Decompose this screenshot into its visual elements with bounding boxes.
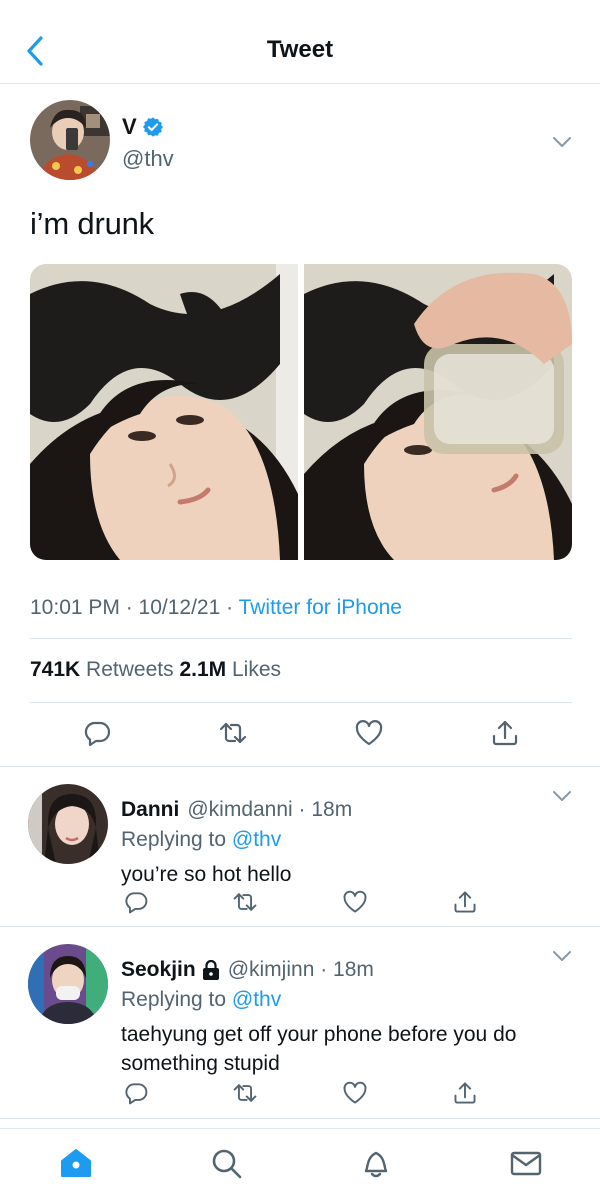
reply-icon[interactable] (123, 889, 149, 915)
reply-avatar[interactable] (28, 784, 108, 864)
reply-icon[interactable] (123, 1080, 149, 1106)
author-avatar[interactable] (30, 100, 110, 180)
share-icon[interactable] (452, 889, 478, 915)
chevron-down-icon[interactable] (552, 136, 572, 148)
tweet-text: i’m drunk (30, 206, 154, 241)
tweet-stats: 741K Retweets 2.1M Likes (30, 658, 281, 682)
tweet-time: 10:01 PM · 10/12/21 · (30, 596, 239, 619)
reply-text: you’re so hot hello (121, 863, 292, 886)
divider (30, 638, 572, 639)
replying-to-handle[interactable]: @thv (232, 828, 281, 851)
bell-icon[interactable] (358, 1145, 394, 1181)
chevron-down-icon[interactable] (552, 950, 572, 962)
divider (0, 1118, 600, 1119)
reply-header: Seokjin @kimjinn · 18m (121, 958, 374, 982)
tweet-media (30, 264, 572, 560)
like-label[interactable]: Likes (232, 658, 281, 681)
retweet-icon[interactable] (218, 718, 248, 748)
retweet-count[interactable]: 741K (30, 658, 80, 681)
home-icon[interactable] (58, 1145, 94, 1181)
author-name[interactable]: V (122, 114, 137, 140)
replying-to-prefix: Replying to (121, 988, 232, 1011)
heart-icon[interactable] (354, 718, 384, 748)
chevron-down-icon[interactable] (552, 790, 572, 802)
search-icon[interactable] (208, 1145, 244, 1181)
divider (0, 926, 600, 927)
author-handle[interactable]: @thv (122, 146, 174, 172)
replying-to-prefix: Replying to (121, 828, 232, 851)
share-icon[interactable] (452, 1080, 478, 1106)
tweet-timestamp: 10:01 PM · 10/12/21 · Twitter for iPhone (30, 596, 402, 620)
reply-header: Danni @kimdanni · 18m (121, 798, 352, 822)
divider (0, 766, 600, 767)
tweet-photo-2[interactable] (304, 264, 572, 560)
replying-to: Replying to @thv (121, 988, 281, 1012)
author-name-row: V (122, 114, 164, 140)
retweet-icon[interactable] (232, 1080, 258, 1106)
like-count[interactable]: 2.1M (179, 658, 226, 681)
reply-author-name[interactable]: Seokjin (121, 958, 196, 982)
verified-badge-icon (142, 117, 163, 137)
replying-to: Replying to @thv (121, 828, 281, 852)
lock-icon (202, 960, 219, 980)
heart-icon[interactable] (342, 889, 368, 915)
tweet-actions (30, 718, 572, 754)
reply-author-name[interactable]: Danni (121, 798, 179, 822)
retweet-icon[interactable] (232, 889, 258, 915)
reply-icon[interactable] (82, 718, 112, 748)
reply-text: taehyung get off your phone before you d… (121, 1023, 517, 1075)
reply-author-handle[interactable]: @kimjinn · 18m (228, 958, 374, 982)
bottom-tab-bar (0, 1128, 600, 1200)
tweet-photo-1[interactable] (30, 264, 298, 560)
share-icon[interactable] (490, 718, 520, 748)
reply-avatar[interactable] (28, 944, 108, 1024)
top-bar: Tweet (0, 0, 600, 84)
page-title: Tweet (266, 36, 334, 63)
tweet-source-link[interactable]: Twitter for iPhone (239, 596, 402, 619)
replying-to-handle[interactable]: @thv (232, 988, 281, 1011)
heart-icon[interactable] (342, 1080, 368, 1106)
mail-icon[interactable] (508, 1145, 544, 1181)
retweet-label[interactable]: Retweets (86, 658, 174, 681)
reply-author-handle[interactable]: @kimdanni · 18m (187, 798, 352, 822)
divider (30, 702, 572, 703)
